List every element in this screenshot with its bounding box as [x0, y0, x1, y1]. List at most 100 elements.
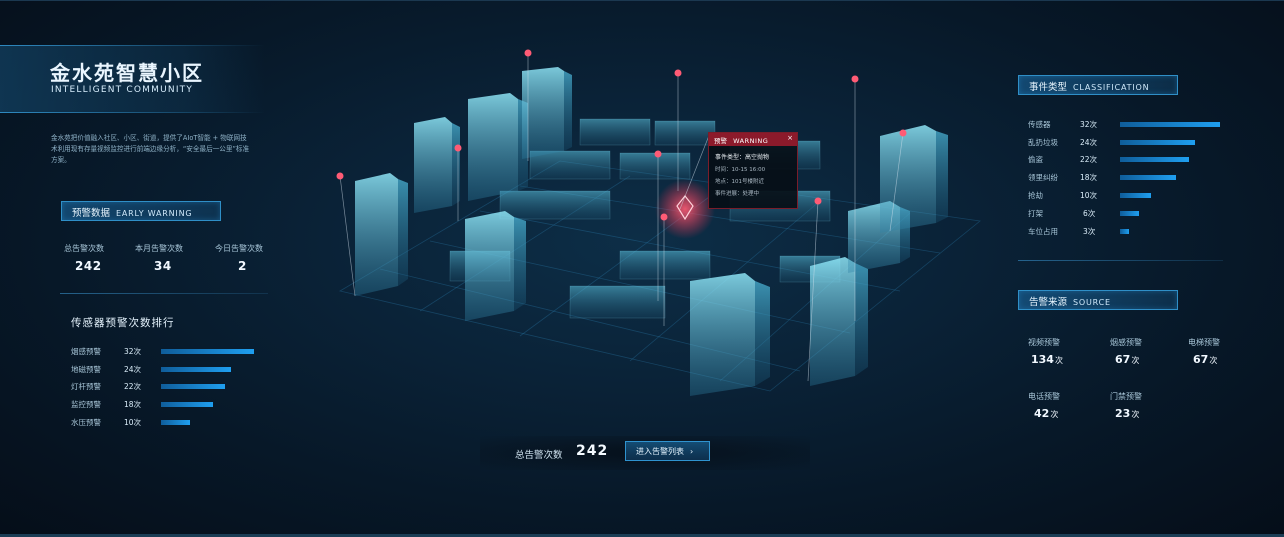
- stat-label-total: 总告警次数: [64, 244, 104, 253]
- close-icon[interactable]: ×: [787, 134, 793, 142]
- tower-buildings: [355, 67, 948, 396]
- classification-row: 偷盗 22次: [1028, 154, 1228, 164]
- stat-label-today: 今日告警次数: [215, 244, 263, 253]
- app-title: 金水苑智慧小区: [50, 61, 204, 85]
- class-name: 打架: [1028, 209, 1043, 218]
- enter-alarm-list-label: 进入告警列表: [636, 447, 684, 456]
- footer-total-label: 总告警次数: [515, 450, 563, 461]
- rank-name: 水压预警: [71, 418, 101, 427]
- intro-text: 金水苑把价值融入社区、小区、街道，提供了AIoT智能 + 物联网技术利用现有存量…: [51, 134, 250, 164]
- source-title-en: SOURCE: [1073, 298, 1111, 307]
- divider-left: [60, 293, 268, 294]
- sensor-pin-icon[interactable]: [524, 49, 532, 57]
- rank-count: 10次: [124, 418, 142, 427]
- rank-count: 18次: [124, 400, 142, 409]
- stat-value-total: 242: [75, 259, 102, 273]
- low-rise-block: [619, 152, 691, 180]
- low-rise-block: [499, 190, 611, 220]
- source-unit: 次: [1050, 410, 1059, 419]
- popup-title-en: WARNING: [733, 137, 769, 145]
- class-bar: [1120, 157, 1189, 162]
- classification-row: 打架 6次: [1028, 208, 1228, 218]
- sensor-rank-row: 监控预警 18次: [71, 399, 261, 409]
- popup-progress: 事件进展：处理中: [715, 191, 760, 197]
- community-3d-map[interactable]: [300, 41, 1000, 441]
- class-count: 22次: [1080, 155, 1098, 164]
- rank-bar: [161, 384, 225, 389]
- rank-name: 灯杆预警: [71, 382, 101, 391]
- class-count: 10次: [1080, 191, 1098, 200]
- classification-title-en: CLASSIFICATION: [1073, 83, 1150, 92]
- source-value-smoke: 67次: [1115, 353, 1139, 366]
- popup-header: 预警 WARNING ×: [709, 133, 797, 146]
- class-count: 6次: [1083, 209, 1096, 218]
- rank-bar: [161, 349, 254, 354]
- tower: [880, 125, 948, 233]
- sensor-pin-icon[interactable]: [454, 144, 462, 152]
- source-unit: 次: [1131, 410, 1140, 419]
- source-value-door: 23次: [1115, 407, 1139, 420]
- early-warning-title-cn: 预警数据: [72, 208, 111, 219]
- low-rise-block: [569, 285, 666, 319]
- class-bar: [1120, 175, 1177, 180]
- sensor-pin-icon[interactable]: [899, 129, 907, 137]
- class-name: 抢劫: [1028, 191, 1043, 200]
- enter-alarm-list-button[interactable]: 进入告警列表 ›: [625, 441, 710, 461]
- popup-location: 地点：101号楼附近: [715, 179, 764, 185]
- low-rise-block: [579, 118, 651, 146]
- low-rise-block: [654, 120, 716, 146]
- classification-header: 事件类型 CLASSIFICATION: [1018, 75, 1178, 95]
- pin-line: [339, 175, 356, 297]
- source-value-number: 42: [1034, 407, 1050, 420]
- source-value-number: 67: [1193, 353, 1209, 366]
- sensor-rank-row: 水压预警 10次: [71, 417, 261, 427]
- footer-total-value: 242: [576, 443, 609, 459]
- rank-count: 24次: [124, 365, 142, 374]
- classification-row: 抢劫 10次: [1028, 190, 1228, 200]
- sensor-rank-row: 烟感预警 32次: [71, 346, 261, 356]
- class-bar: [1120, 229, 1130, 234]
- source-unit: 次: [1131, 356, 1140, 365]
- class-bar: [1120, 122, 1220, 127]
- sensor-rank-row: 地磁预警 24次: [71, 364, 261, 374]
- class-bar: [1120, 193, 1152, 198]
- source-value-video: 134次: [1031, 353, 1063, 366]
- class-count: 32次: [1080, 120, 1098, 129]
- stat-label-month: 本月告警次数: [135, 244, 183, 253]
- sensor-pin-icon[interactable]: [660, 213, 668, 221]
- source-label-door: 门禁预警: [1110, 392, 1142, 401]
- tower: [355, 173, 408, 296]
- source-value-elevator: 67次: [1193, 353, 1217, 366]
- rank-name: 地磁预警: [71, 365, 101, 374]
- rank-count: 32次: [124, 347, 142, 356]
- tower: [465, 211, 526, 321]
- popup-time: 时间：10-15 16:00: [715, 167, 766, 173]
- source-label-video: 视频预警: [1028, 338, 1060, 347]
- source-unit: 次: [1209, 356, 1218, 365]
- sensor-rank-title: 传感器预警次数排行: [71, 317, 175, 329]
- tower: [810, 257, 868, 386]
- sensor-pin-icon[interactable]: [674, 69, 682, 77]
- popup-title-cn: 预警: [714, 137, 727, 145]
- class-name: 车位占用: [1028, 227, 1058, 236]
- source-value-number: 134: [1031, 353, 1054, 366]
- classification-row: 领里纠纷 18次: [1028, 172, 1228, 182]
- low-rise-block: [529, 150, 611, 180]
- rank-bar: [161, 420, 191, 425]
- classification-row: 传感器 32次: [1028, 119, 1228, 129]
- classification-row: 车位占用 3次: [1028, 226, 1228, 236]
- sensor-pin-icon[interactable]: [654, 150, 662, 158]
- sensor-pin-icon[interactable]: [336, 172, 344, 180]
- early-warning-title-en: EARLY WARNING: [116, 209, 193, 218]
- source-label-elevator: 电梯预警: [1188, 338, 1220, 347]
- tower: [414, 117, 460, 213]
- dashboard-frame: 金水苑智慧小区 INTELLIGENT COMMUNITY 金水苑把价值融入社区…: [0, 0, 1284, 537]
- source-label-smoke: 烟感预警: [1110, 338, 1142, 347]
- divider-right: [1018, 260, 1223, 261]
- warning-popup[interactable]: 预警 WARNING × 事件类型：高空抛物 时间：10-15 16:00 地点…: [708, 132, 798, 209]
- sensor-pin-icon[interactable]: [851, 75, 859, 83]
- rank-count: 22次: [124, 382, 142, 391]
- rank-name: 烟感预警: [71, 347, 101, 356]
- sensor-pin-icon[interactable]: [814, 197, 822, 205]
- class-bar: [1120, 211, 1139, 216]
